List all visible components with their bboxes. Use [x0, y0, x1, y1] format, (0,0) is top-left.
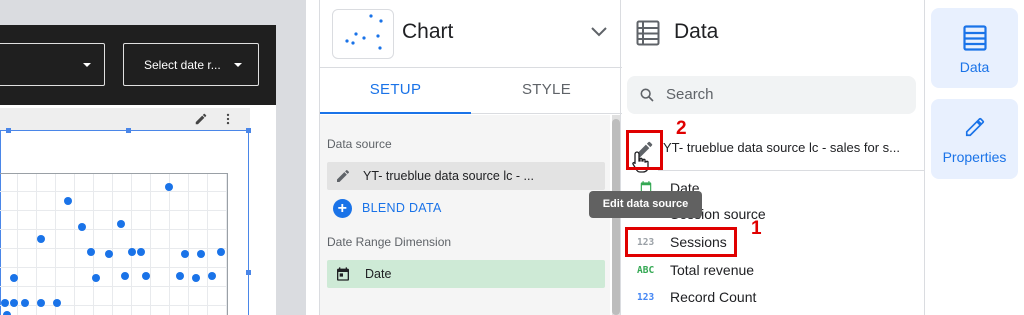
scatter-point — [53, 299, 61, 307]
scatter-point — [197, 250, 205, 258]
report-canvas[interactable]: Select date r... — [0, 0, 306, 315]
report-control-bar: Select date r... — [0, 25, 276, 105]
field-type-badge: 123 — [637, 291, 655, 303]
search-input[interactable]: Search — [627, 76, 916, 114]
scatter-point — [192, 274, 200, 282]
scatter-point — [10, 274, 18, 282]
scatter-point — [37, 235, 45, 243]
callout-number-1: 1 — [751, 218, 762, 239]
scatter-point — [117, 220, 125, 228]
data-source-name[interactable]: YT- trueblue data source lc - sales for … — [663, 140, 900, 155]
table-icon — [963, 25, 987, 51]
blend-data-button[interactable]: + BLEND DATA — [333, 197, 442, 219]
scatter-point — [165, 183, 173, 191]
field-record-count[interactable]: 123 Record Count — [622, 286, 925, 308]
pencil-icon — [965, 117, 985, 137]
field-total-revenue[interactable]: ABC Total revenue — [622, 259, 925, 281]
rail-properties-button[interactable]: Properties — [931, 99, 1018, 179]
chart-panel-header: Chart — [320, 0, 622, 68]
field-name: Record Count — [670, 289, 757, 305]
rail-data-button[interactable]: Data — [931, 8, 1018, 88]
chart-properties-panel: Chart SETUP STYLE Data source YT- truebl… — [319, 0, 622, 315]
pencil-icon[interactable] — [194, 112, 208, 126]
scatter-point — [128, 248, 136, 256]
date-range-dimension-chip[interactable]: Date — [327, 260, 605, 288]
more-vert-icon[interactable] — [222, 112, 234, 126]
scatter-plot-area — [0, 173, 228, 315]
field-name: Total revenue — [670, 262, 755, 278]
dropdown-control[interactable] — [0, 43, 105, 86]
scatter-chart-icon — [345, 14, 383, 50]
tab-style[interactable]: STYLE — [471, 68, 622, 114]
callout-box-sessions — [625, 227, 737, 257]
resize-handle[interactable] — [126, 128, 131, 133]
chevron-down-icon[interactable] — [590, 26, 608, 38]
resize-handle[interactable] — [6, 128, 11, 133]
scatter-point — [121, 272, 129, 280]
setup-body: Data source YT- trueblue data source lc … — [320, 115, 610, 315]
data-source-value: YT- trueblue data source lc - ... — [363, 169, 534, 183]
date-range-dimension-value: Date — [365, 267, 392, 281]
date-range-dimension-label: Date Range Dimension — [327, 235, 452, 249]
search-placeholder: Search — [666, 86, 714, 103]
date-range-control-label: Select date r... — [144, 57, 221, 72]
chart-panel-title: Chart — [402, 20, 454, 43]
data-source-label: Data source — [327, 137, 392, 151]
chart-type-thumbnail[interactable] — [332, 9, 394, 59]
date-range-control[interactable]: Select date r... — [123, 43, 259, 86]
scatter-point — [1, 299, 9, 307]
scatter-point — [142, 272, 150, 280]
rail-properties-label: Properties — [942, 149, 1007, 165]
scatter-point — [21, 299, 29, 307]
scatter-point — [10, 299, 18, 307]
table-icon — [636, 20, 660, 46]
caret-down-icon — [234, 63, 242, 67]
data-source-chip[interactable]: YT- trueblue data source lc - ... — [327, 162, 605, 190]
calendar-icon — [337, 267, 349, 281]
rail-data-label: Data — [959, 59, 990, 75]
tab-setup[interactable]: SETUP — [320, 68, 471, 114]
resize-handle[interactable] — [246, 270, 251, 275]
scatter-point — [3, 311, 11, 315]
callout-number-2: 2 — [676, 118, 687, 139]
scatter-point — [78, 223, 86, 231]
scatter-point — [137, 248, 145, 256]
pencil-icon[interactable] — [335, 168, 351, 184]
scatter-point — [105, 250, 113, 258]
caret-down-icon — [83, 63, 91, 67]
add-circle-icon: + — [333, 198, 352, 218]
resize-handle[interactable] — [246, 128, 251, 133]
chart-tabs: SETUP STYLE — [320, 68, 622, 114]
scatter-point — [181, 250, 189, 258]
scatter-point — [37, 299, 45, 307]
chart-header-bar — [0, 108, 250, 130]
blend-data-label: BLEND DATA — [362, 201, 442, 215]
data-panel: Data Search YT- trueblue data source lc … — [622, 0, 925, 315]
scatter-point — [87, 248, 95, 256]
scatter-point — [208, 272, 216, 280]
divider — [658, 170, 925, 171]
search-icon — [640, 88, 654, 102]
callout-box-edit — [626, 130, 663, 170]
data-panel-title: Data — [674, 20, 719, 43]
scatter-point — [176, 272, 184, 280]
edit-data-source-tooltip: Edit data source — [589, 191, 702, 218]
right-rail: Data Properties — [925, 0, 1024, 315]
scatter-point — [217, 248, 225, 256]
scatter-point — [64, 197, 72, 205]
scatter-point — [92, 274, 100, 282]
field-type-badge: ABC — [637, 264, 655, 276]
